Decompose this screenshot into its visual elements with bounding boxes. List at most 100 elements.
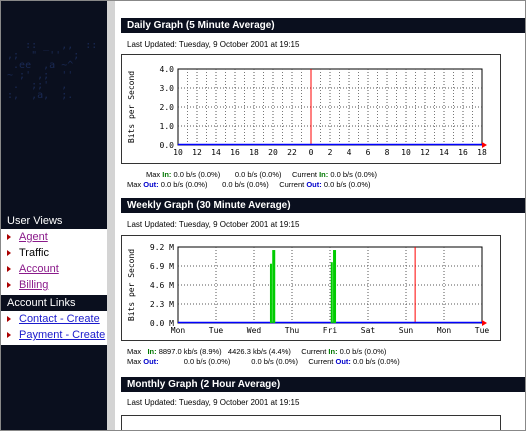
daily-avg-out: 0.0 b/s (0.0%) — [222, 180, 269, 189]
weekly-stats-row-in: Max In: 8897.0 kb/s (8.9%) 4426.3 kb/s (… — [127, 347, 386, 356]
x-tick-label: Fri — [323, 326, 338, 335]
weekly-current-label-2: Current — [308, 357, 334, 366]
y-tick-label: 2.3 M — [150, 300, 174, 309]
in-traffic-spike — [269, 263, 272, 323]
y-tick-label: 4.0 — [160, 65, 175, 74]
daily-graph: Bits per Second4.03.02.01.00.010 12 14 16 18… — [127, 65, 487, 157]
y-axis-label: Bits per Second — [127, 249, 136, 321]
nav-item-agent[interactable]: Agent — [1, 229, 107, 245]
x-tick-label: 14 — [211, 148, 221, 157]
weekly-out-label: Out: — [143, 357, 159, 366]
daily-max-label-2: Max — [127, 180, 142, 189]
y-tick-label: 0.0 — [160, 141, 175, 150]
logo-area: :: _ ,, :: ,; " '' ; .ee ,a ~^ ~ ;' ,; '… — [7, 40, 98, 101]
x-tick-label: 20 — [268, 148, 278, 157]
daily-current-in-label: In: — [319, 170, 329, 179]
user-views-list: Agent Traffic Account Billing — [1, 229, 107, 295]
nav-link-contact-create[interactable]: Contact - Create — [19, 311, 100, 327]
daily-graph-box: Bits per Second 4.0 3.0 2.0 1.0 0.0 10 12 14 16 18… — [121, 54, 501, 164]
weekly-current-out-label: Out: — [335, 357, 351, 366]
x-tick-label: 4 — [347, 148, 352, 157]
nav-link-payment-create[interactable]: Payment - Create — [19, 327, 105, 343]
weekly-in-label: In: — [147, 347, 157, 356]
nav-item-traffic: Traffic — [1, 245, 107, 261]
weekly-graph-title: Weekly Graph (30 Minute Average) — [121, 198, 525, 213]
daily-current-label: Current — [291, 170, 317, 179]
in-traffic-spike — [333, 250, 337, 323]
weekly-current-label: Current — [301, 347, 327, 356]
bullet-icon — [7, 250, 11, 256]
daily-stats-row-out: Max Out: 0.0 b/s (0.0%) 0.0 b/s (0.0%) C… — [127, 180, 371, 189]
daily-max-out: 0.0 b/s (0.0%) — [160, 180, 208, 189]
page-frame: :: _ ,, :: ,; " '' ; .ee ,a ~^ ~ ;' ,; '… — [0, 0, 526, 431]
bullet-icon — [7, 332, 11, 338]
sidebar: :: _ ,, :: ,; " '' ; .ee ,a ~^ ~ ;' ,; '… — [1, 1, 107, 430]
x-tick-label: 6 — [366, 148, 371, 157]
nav-item-billing[interactable]: Billing — [1, 277, 107, 293]
in-traffic-spike — [330, 262, 333, 323]
x-tick-label: Mon — [171, 326, 186, 335]
x-tick-label: 16 — [230, 148, 240, 157]
account-links-list: Contact - Create Payment - Create — [1, 311, 107, 345]
nav-link-agent[interactable]: Agent — [19, 229, 48, 245]
y-tick-label: 3.0 — [160, 84, 175, 93]
x-tick-label: 14 — [439, 148, 449, 157]
daily-avg-in: 0.0 b/s (0.0%) — [234, 170, 282, 179]
x-tick-label: Mon — [437, 326, 452, 335]
daily-cur-out: 0.0 b/s (0.0%) — [323, 180, 371, 189]
daily-graph-title: Daily Graph (5 Minute Average) — [121, 18, 525, 33]
weekly-current-in-label: In: — [328, 347, 338, 356]
x-tick-label: Sat — [361, 326, 376, 335]
x-tick-label: Thu — [285, 326, 300, 335]
weekly-avg-out: 0.0 b/s (0.0%) — [251, 357, 298, 366]
y-axis-label: Bits per Second — [127, 71, 136, 143]
weekly-last-updated: Last Updated: Tuesday, 9 October 2001 at… — [127, 220, 300, 229]
content-gutter — [107, 1, 115, 430]
weekly-graph-box: Bits per Second 9.2 M 6.9 M 4.6 M 2.3 M 0.0 M… — [121, 235, 501, 341]
user-views-heading: User Views — [1, 213, 107, 229]
x-tick-label: 10 — [401, 148, 411, 157]
y-tick-label: 6.9 M — [150, 262, 174, 271]
y-tick-label: 1.0 — [160, 122, 175, 131]
daily-in-label: In: — [162, 170, 172, 179]
x-tick-label: Tue — [475, 326, 490, 335]
bullet-icon — [7, 234, 11, 240]
x-tick-label: 18 — [477, 148, 487, 157]
weekly-max-in: 8897.0 kb/s (8.9%) — [158, 347, 222, 356]
daily-last-updated: Last Updated: Tuesday, 9 October 2001 at… — [127, 40, 300, 49]
daily-current-label-2: Current — [279, 180, 305, 189]
weekly-graph: Bits per Second9.2 M6.9 M4.6 M2.3 M0.0 M… — [127, 243, 490, 335]
x-tick-label: Tue — [209, 326, 224, 335]
daily-max-in: 0.0 b/s (0.0%) — [173, 170, 221, 179]
daily-max-label: Max — [146, 170, 161, 179]
monthly-last-updated: Last Updated: Tuesday, 9 October 2001 at… — [127, 398, 300, 407]
monthly-graph-title: Monthly Graph (2 Hour Average) — [121, 377, 525, 392]
daily-stats-row-in: Max In: 0.0 b/s (0.0%) 0.0 b/s (0.0%) Cu… — [146, 170, 377, 179]
bullet-icon — [7, 266, 11, 272]
nav-label-traffic: Traffic — [19, 247, 49, 259]
y-tick-label: 4.6 M — [150, 281, 174, 290]
x-tick-label: Sun — [399, 326, 414, 335]
y-tick-label: 9.2 M — [150, 243, 174, 252]
x-tick-label: 2 — [328, 148, 333, 157]
weekly-cur-out: 0.0 b/s (0.0%) — [353, 357, 400, 366]
nav-link-account[interactable]: Account — [19, 261, 59, 277]
in-traffic-spike — [272, 250, 276, 323]
nav-link-billing[interactable]: Billing — [19, 277, 48, 293]
weekly-max-label-2: Max — [127, 357, 142, 366]
weekly-max-label: Max — [127, 347, 142, 356]
x-tick-label: Wed — [247, 326, 262, 335]
x-tick-label: 22 — [287, 148, 297, 157]
nav-item-account[interactable]: Account — [1, 261, 107, 277]
x-tick-label: 0 — [309, 148, 314, 157]
nav-item-contact-create[interactable]: Contact - Create — [1, 311, 107, 327]
weekly-cur-in: 0.0 b/s (0.0%) — [339, 347, 387, 356]
x-tick-label: 8 — [385, 148, 390, 157]
nav-item-payment-create[interactable]: Payment - Create — [1, 327, 107, 343]
x-tick-label: 16 — [458, 148, 468, 157]
monthly-graph-box — [121, 415, 501, 430]
weekly-stats-row-out: Max Out: 0.0 b/s (0.0%) 0.0 b/s (0.0%) C… — [127, 357, 400, 366]
weekly-avg-in: 4426.3 kb/s (4.4%) — [227, 347, 291, 356]
x-tick-label: 18 — [249, 148, 259, 157]
weekly-max-out: 0.0 b/s (0.0%) — [183, 357, 231, 366]
